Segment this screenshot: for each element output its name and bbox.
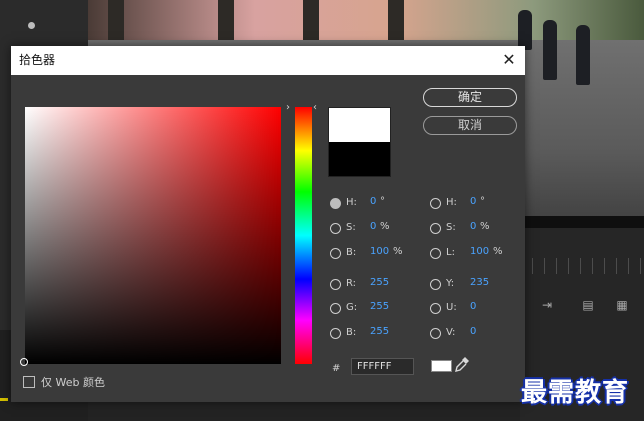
step-forward-icon[interactable]: ⇥ bbox=[537, 298, 557, 312]
percent-unit: % bbox=[493, 246, 503, 257]
web-only-checkbox[interactable] bbox=[23, 376, 35, 388]
rgb-g-value[interactable]: 255 bbox=[370, 301, 389, 312]
hex-input[interactable]: FFFFFF bbox=[351, 358, 414, 375]
web-only-label: 仅 Web 颜色 bbox=[41, 376, 105, 389]
hsb-b-value[interactable]: 100 bbox=[370, 246, 389, 257]
panel-dot-icon bbox=[28, 22, 35, 29]
new-color-swatch bbox=[329, 108, 390, 142]
field-label: L: bbox=[446, 247, 455, 258]
ok-button[interactable]: 确定 bbox=[423, 88, 517, 107]
close-icon[interactable]: ✕ bbox=[499, 50, 519, 70]
hsb-s-value[interactable]: 0 bbox=[370, 221, 376, 232]
field-label: B: bbox=[346, 327, 357, 338]
hex-prefix: # bbox=[332, 363, 341, 374]
hsl-l-value[interactable]: 100 bbox=[470, 246, 489, 257]
old-color-swatch[interactable] bbox=[329, 142, 390, 176]
field-label: H: bbox=[446, 197, 457, 208]
radio-hsb-s[interactable] bbox=[330, 223, 341, 234]
lift-icon[interactable]: ▤ bbox=[578, 298, 598, 312]
dialog-title: 拾色器 bbox=[19, 53, 56, 67]
dialog-titlebar: 拾色器 ✕ bbox=[11, 46, 525, 75]
color-field[interactable] bbox=[20, 107, 281, 366]
field-label: B: bbox=[346, 247, 357, 258]
radio-hsl-l[interactable] bbox=[430, 248, 441, 259]
hue-arrow-left-icon: › bbox=[286, 102, 290, 113]
hsb-h-value[interactable]: 0 bbox=[370, 196, 376, 207]
radio-yuv-v[interactable] bbox=[430, 328, 441, 339]
rgb-r-value[interactable]: 255 bbox=[370, 277, 389, 288]
percent-unit: % bbox=[393, 246, 403, 257]
field-label: G: bbox=[346, 302, 358, 313]
yuv-u-value[interactable]: 0 bbox=[470, 301, 476, 312]
timeline-ruler bbox=[520, 258, 644, 274]
color-picker-dialog: 拾色器 ✕ › ‹ 确定 取消 H: 0 ° S: 0 % B: 100 % R… bbox=[11, 46, 525, 402]
rgb-b-value[interactable]: 255 bbox=[370, 326, 389, 337]
radio-hsb-b[interactable] bbox=[330, 248, 341, 259]
yuv-v-value[interactable]: 0 bbox=[470, 326, 476, 337]
field-label: H: bbox=[346, 197, 357, 208]
percent-unit: % bbox=[380, 221, 390, 232]
timeline-marker bbox=[0, 398, 8, 401]
cancel-button[interactable]: 取消 bbox=[423, 116, 517, 135]
radio-rgb-g[interactable] bbox=[330, 303, 341, 314]
radio-yuv-y[interactable] bbox=[430, 279, 441, 290]
extract-icon[interactable]: ▦ bbox=[612, 298, 632, 312]
percent-unit: % bbox=[480, 221, 490, 232]
field-label: S: bbox=[446, 222, 456, 233]
radio-yuv-u[interactable] bbox=[430, 303, 441, 314]
field-label: S: bbox=[346, 222, 356, 233]
color-swatch bbox=[328, 107, 391, 177]
hue-arrow-right-icon: ‹ bbox=[313, 102, 317, 113]
hue-slider[interactable] bbox=[295, 107, 312, 364]
field-label: Y: bbox=[446, 278, 455, 289]
color-field-cursor[interactable] bbox=[20, 358, 28, 366]
radio-hsl-h[interactable] bbox=[430, 198, 441, 209]
degree-unit: ° bbox=[480, 196, 485, 207]
yuv-y-value[interactable]: 235 bbox=[470, 277, 489, 288]
radio-hsl-s[interactable] bbox=[430, 223, 441, 234]
hsl-s-value[interactable]: 0 bbox=[470, 221, 476, 232]
field-label: V: bbox=[446, 327, 456, 338]
radio-rgb-r[interactable] bbox=[330, 279, 341, 290]
degree-unit: ° bbox=[380, 196, 385, 207]
field-label: U: bbox=[446, 302, 457, 313]
watermark-logo: 最需教育 bbox=[521, 378, 630, 408]
radio-rgb-b[interactable] bbox=[330, 328, 341, 339]
hsl-h-value[interactable]: 0 bbox=[470, 196, 476, 207]
radio-hsb-h[interactable] bbox=[330, 198, 341, 209]
color-chip bbox=[431, 360, 452, 372]
field-label: R: bbox=[346, 278, 357, 289]
eyedropper-icon[interactable] bbox=[454, 356, 470, 374]
